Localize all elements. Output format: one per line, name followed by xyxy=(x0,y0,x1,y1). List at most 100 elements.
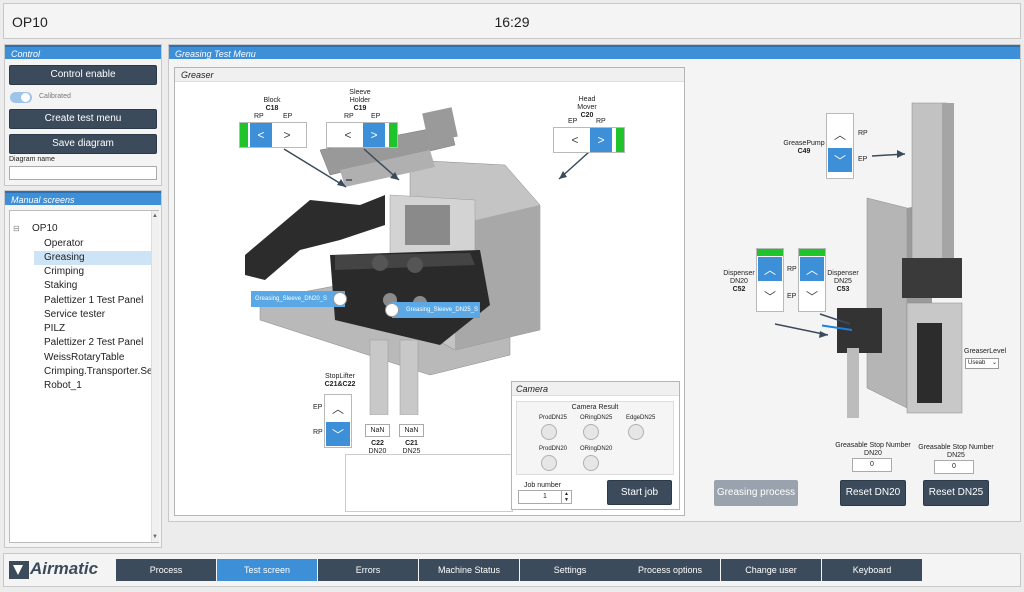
stoplifter-rp-button[interactable]: ﹀ xyxy=(326,422,350,446)
greaser-level-select[interactable]: Useab ⌄ xyxy=(965,358,999,369)
stoplifter-rp-label: RP xyxy=(313,429,323,436)
prod-dn25-label: ProdDN25 xyxy=(539,415,568,421)
head-ep-button[interactable]: < xyxy=(564,128,586,152)
diagram-name-label: Diagram name xyxy=(9,156,55,163)
tree-item-greasing[interactable]: Greasing xyxy=(44,252,85,263)
stoplifter-control: ︿ ﹀ xyxy=(324,394,352,448)
tree-item-operator[interactable]: Operator xyxy=(44,238,83,249)
tab-keyboard[interactable]: Keyboard xyxy=(822,559,922,581)
tab-process[interactable]: Process xyxy=(116,559,216,581)
chevron-down-icon: ﹀ xyxy=(805,289,818,304)
dispenser-dn25-up-button[interactable]: ︿ xyxy=(800,257,824,281)
sleeve-ep-button[interactable]: > xyxy=(363,123,385,147)
tree-item-weiss-rotary-table[interactable]: WeissRotaryTable xyxy=(44,352,124,363)
tree-item-crimping[interactable]: Crimping xyxy=(44,266,84,277)
greasepump-rp-label: RP xyxy=(858,130,868,137)
greaser-machine-illustration xyxy=(245,107,541,415)
sensor-dn25: Greasing_Sleeve_DN25_S xyxy=(392,302,480,318)
block-ep-button[interactable]: > xyxy=(276,123,298,147)
start-job-button[interactable]: Start job xyxy=(607,480,672,505)
tree-item-service-tester[interactable]: Service tester xyxy=(44,309,105,320)
prod-dn20-lamp xyxy=(541,455,557,471)
job-number-input[interactable]: 1 ▲ ▼ xyxy=(518,490,572,504)
tree-scrollbar[interactable]: ▲ ▼ xyxy=(151,211,159,542)
stoplifter-code: C21&C22 xyxy=(324,381,356,388)
stoplifter-ep-button[interactable]: ︿ xyxy=(326,396,350,420)
chevron-left-icon: < xyxy=(571,133,579,147)
dispenser-dn25-control: ︿ ﹀ xyxy=(798,248,826,312)
chevron-up-icon: ︿ xyxy=(763,262,776,277)
dispenser-dn20-indicator xyxy=(757,249,783,256)
sleeve-holder-c19-control: < > xyxy=(326,122,398,148)
greasepump-rp-button[interactable]: ︿ xyxy=(828,122,852,146)
dispenser-dn20-up-button[interactable]: ︿ xyxy=(758,257,782,281)
tree-item-palettizer-1[interactable]: Palettizer 1 Test Panel xyxy=(44,295,143,306)
dispenser-ep-label: EP xyxy=(787,293,797,300)
sleeve-rp-button[interactable]: < xyxy=(337,123,359,147)
edge-dn25-label: EdgeDN25 xyxy=(626,415,656,421)
sensor-dn25-lamp xyxy=(385,303,399,317)
tree-item-palettizer-2[interactable]: Palettizer 2 Test Panel xyxy=(44,337,143,348)
calibrated-toggle[interactable] xyxy=(10,92,32,103)
tab-settings[interactable]: Settings xyxy=(520,559,620,581)
block-rp-button[interactable]: < xyxy=(250,123,272,147)
dispenser-dn25-code: C53 xyxy=(836,286,850,293)
greasepump-code: C49 xyxy=(797,148,811,155)
tree-collapse-icon[interactable]: ⊟ xyxy=(13,224,20,233)
dispenser-dn20-down-button[interactable]: ﹀ xyxy=(758,284,782,308)
tab-change-user[interactable]: Change user xyxy=(721,559,821,581)
camera-result-title: Camera Result xyxy=(571,404,619,411)
save-diagram-button[interactable]: Save diagram xyxy=(9,134,157,154)
clock: 16:29 xyxy=(494,14,530,30)
control-panel-title: Control xyxy=(5,45,161,59)
diagram-name-input[interactable] xyxy=(9,166,157,180)
scroll-up-icon[interactable]: ▲ xyxy=(152,213,158,219)
oring-dn25-lamp xyxy=(583,424,599,440)
stop-dn25-label: Greasable Stop Number DN25 xyxy=(917,444,995,460)
dispenser-dn20-label: Dispenser DN20 C52 xyxy=(722,270,756,294)
head-rp-button[interactable]: > xyxy=(590,128,612,152)
job-number-spinner[interactable]: ▲ ▼ xyxy=(561,491,571,503)
job-number-value: 1 xyxy=(543,493,547,500)
sleeve-ep-label: EP xyxy=(371,113,381,120)
create-test-menu-button[interactable]: Create test menu xyxy=(9,109,157,129)
stoplifter-label: StopLifter C21&C22 xyxy=(322,373,358,389)
dispenser-dn25-down-button[interactable]: ﹀ xyxy=(800,284,824,308)
camera-group: Camera Camera Result ProdDN25 ORingDN25 … xyxy=(511,381,680,510)
chevron-up-icon: ︿ xyxy=(805,262,818,277)
greasepump-ep-button[interactable]: ﹀ xyxy=(828,148,852,172)
block-rp-indicator xyxy=(240,123,248,147)
control-enable-button[interactable]: Control enable xyxy=(9,65,157,85)
main-title: Greasing Test Menu xyxy=(169,45,1020,59)
tree-item-crimping-transporter[interactable]: Crimping.Transporter.Ser xyxy=(44,366,154,377)
greasing-process-button[interactable]: Greasing process xyxy=(714,480,798,506)
dispenser-dn20-name: Dispenser xyxy=(723,270,755,277)
logo-text: Airmatic xyxy=(30,559,99,578)
stop-dn20-value: 0 xyxy=(852,458,892,472)
tree-root[interactable]: OP10 xyxy=(32,223,58,234)
tab-process-options[interactable]: Process options xyxy=(620,559,720,581)
dispenser-dn25-dn: DN25 xyxy=(834,278,852,285)
greasepump-ep-label: EP xyxy=(858,156,868,163)
sensor-dn20-lamp xyxy=(333,292,347,306)
tab-errors[interactable]: Errors xyxy=(318,559,418,581)
reset-dn20-button[interactable]: Reset DN20 xyxy=(840,480,906,506)
greaser-level-value: Useab xyxy=(968,360,986,366)
tree-item-staking[interactable]: Staking xyxy=(44,280,77,291)
c21-code: C21 xyxy=(405,440,418,447)
c22-code: C22 xyxy=(371,440,384,447)
reset-dn25-button[interactable]: Reset DN25 xyxy=(923,480,989,506)
chevron-down-icon: ⌄ xyxy=(991,360,997,366)
scroll-down-icon[interactable]: ▼ xyxy=(152,534,158,540)
block-c18-control: < > xyxy=(239,122,307,148)
tab-test-screen[interactable]: Test screen xyxy=(217,559,317,581)
tab-machine-status[interactable]: Machine Status xyxy=(419,559,519,581)
camera-title: Camera xyxy=(512,382,679,396)
tree-item-pilz[interactable]: PILZ xyxy=(44,323,65,334)
sleeve-name-2: Holder xyxy=(349,97,371,104)
sleeve-ep-indicator xyxy=(389,123,397,147)
calibrated-label: Calibrated xyxy=(39,93,71,100)
c21-value: NaN xyxy=(399,424,424,437)
dispenser-dn20-code: C52 xyxy=(732,286,746,293)
tree-item-robot-1[interactable]: Robot_1 xyxy=(44,380,82,391)
